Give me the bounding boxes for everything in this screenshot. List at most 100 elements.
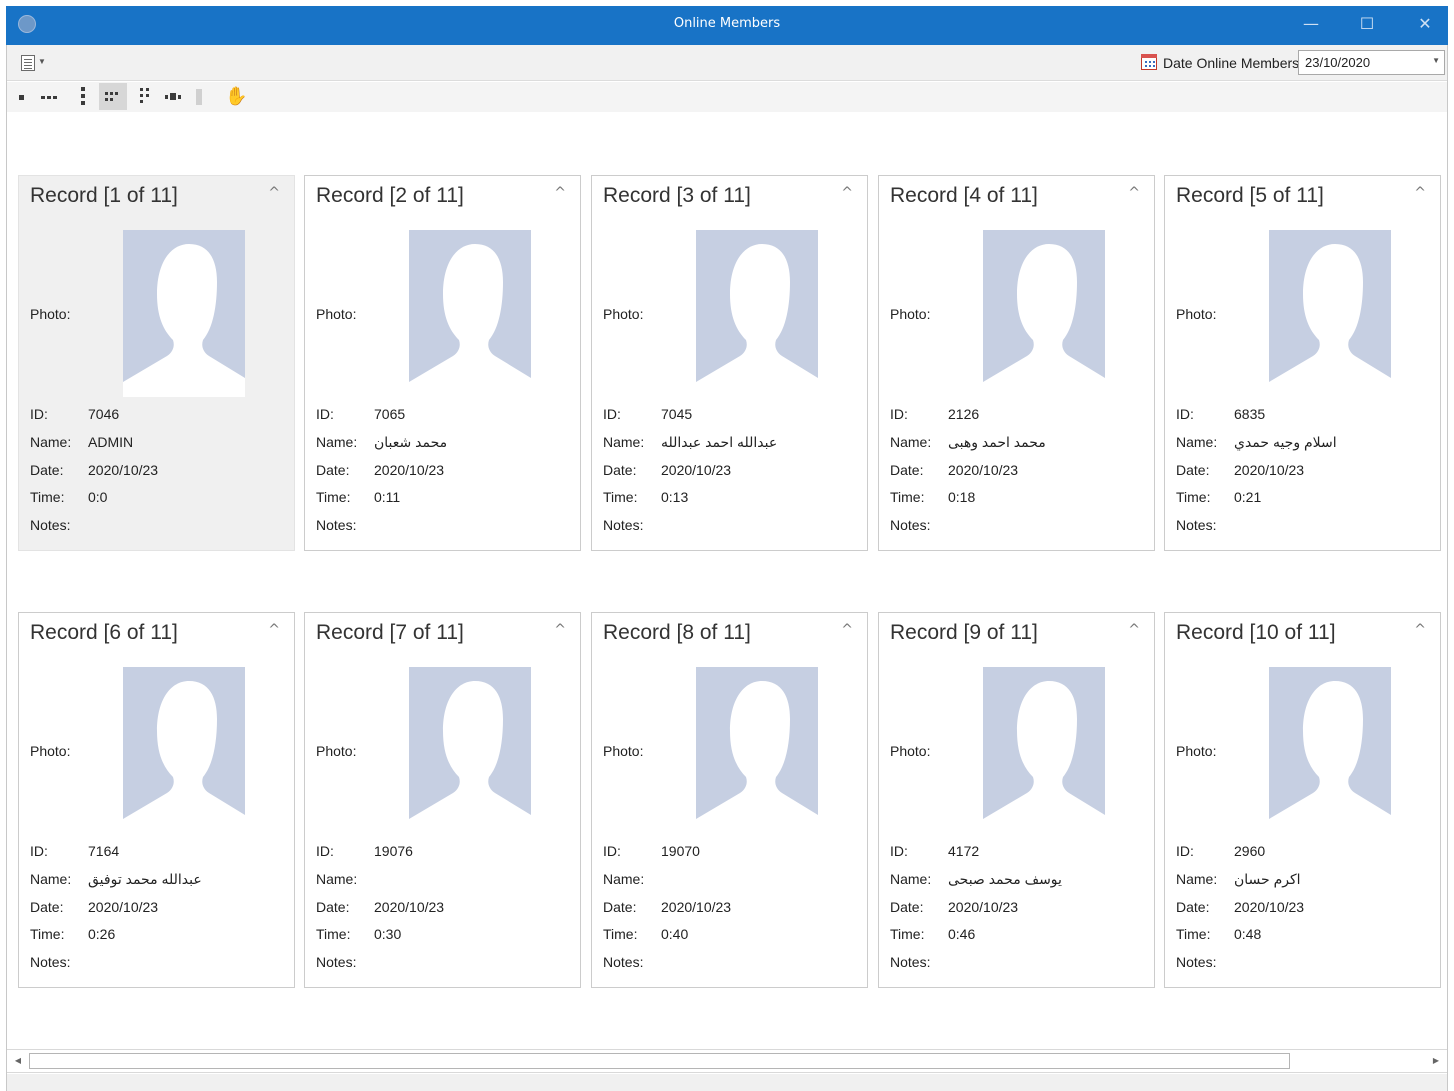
date-label: Date: — [1176, 899, 1210, 915]
id-value: 7045 — [661, 406, 693, 422]
scroll-left-icon[interactable]: ◀ — [11, 1054, 25, 1068]
time-label: Time: — [316, 926, 351, 942]
minimize-button[interactable]: — — [1288, 6, 1334, 45]
name-value: يوسف محمد صبحى — [948, 871, 1062, 887]
multi-row-icon[interactable] — [99, 83, 127, 110]
collapse-chevron-icon[interactable]: ^ — [841, 185, 853, 201]
notes-label: Notes: — [30, 517, 71, 533]
member-photo[interactable] — [1269, 230, 1391, 397]
person-silhouette-icon — [409, 244, 531, 397]
record-card[interactable]: Record [10 of 11] ^ Photo: ID: 2960 Name: اكرم… — [1164, 612, 1441, 988]
title-bar[interactable]: Online Members — ☐ ✕ — [6, 6, 1448, 45]
scroll-thumb[interactable] — [29, 1053, 1290, 1069]
layout-menu-icon[interactable] — [21, 55, 35, 71]
person-silhouette-icon — [696, 244, 818, 397]
time-value: 0:30 — [374, 926, 402, 942]
multi-column-icon[interactable] — [131, 83, 159, 110]
toolbar-separator — [196, 89, 202, 105]
record-title: Record [5 of 11] — [1176, 184, 1324, 207]
notes-label: Notes: — [1176, 954, 1217, 970]
date-value[interactable]: 23/10/2020 — [1305, 55, 1370, 70]
record-card[interactable]: Record [1 of 11] ^ Photo: ID: 7046 Name: ADMIN… — [18, 175, 295, 551]
collapse-chevron-icon[interactable]: ^ — [554, 622, 566, 638]
time-value: 0:13 — [661, 489, 689, 505]
scroll-right-icon[interactable]: ▶ — [1429, 1054, 1443, 1068]
id-label: ID: — [316, 843, 334, 859]
photo-label: Photo: — [30, 306, 71, 322]
column-of-cards-icon[interactable] — [69, 83, 97, 110]
date-online-members-input[interactable]: 23/10/2020 ▼ — [1298, 50, 1445, 75]
chevron-down-icon[interactable]: ▼ — [38, 57, 46, 66]
collapse-chevron-icon[interactable]: ^ — [268, 185, 280, 201]
person-silhouette-icon — [409, 681, 531, 834]
row-of-cards-icon[interactable] — [37, 83, 65, 110]
id-value: 2126 — [948, 406, 980, 422]
record-card[interactable]: Record [9 of 11] ^ Photo: ID: 4172 Name: يوسف … — [878, 612, 1155, 988]
notes-label: Notes: — [316, 954, 357, 970]
maximize-button[interactable]: ☐ — [1344, 6, 1390, 45]
member-photo[interactable] — [123, 667, 245, 834]
name-label: Name: — [603, 871, 645, 887]
close-button[interactable]: ✕ — [1402, 6, 1448, 45]
record-card[interactable]: Record [3 of 11] ^ Photo: ID: 7045 Name: عبدال… — [591, 175, 868, 551]
name-label: Name: — [603, 434, 645, 450]
record-card[interactable]: Record [7 of 11] ^ Photo: ID: 19076 Name: Date… — [304, 612, 581, 988]
member-photo[interactable] — [123, 230, 245, 397]
id-label: ID: — [316, 406, 334, 422]
id-label: ID: — [1176, 406, 1194, 422]
time-label: Time: — [890, 489, 925, 505]
member-photo[interactable] — [696, 230, 818, 397]
auto-layout-icon[interactable] — [161, 83, 189, 110]
collapse-chevron-icon[interactable]: ^ — [1128, 185, 1140, 201]
collapse-chevron-icon[interactable]: ^ — [268, 622, 280, 638]
date-value: 2020/10/23 — [661, 462, 732, 478]
record-title: Record [8 of 11] — [603, 621, 751, 644]
date-label: Date: — [316, 899, 350, 915]
person-silhouette-icon — [123, 681, 245, 834]
time-label: Time: — [30, 489, 65, 505]
time-label: Time: — [1176, 926, 1211, 942]
time-value: 0:11 — [374, 489, 401, 505]
time-value: 0:48 — [1234, 926, 1262, 942]
record-card[interactable]: Record [5 of 11] ^ Photo: ID: 6835 Name: اسلام… — [1164, 175, 1441, 551]
id-value: 19076 — [374, 843, 413, 859]
id-value: 2960 — [1234, 843, 1266, 859]
dropdown-arrow-icon[interactable]: ▼ — [1432, 56, 1440, 65]
date-label: Date: — [30, 462, 64, 478]
person-silhouette-icon — [123, 244, 245, 397]
photo-label: Photo: — [316, 743, 357, 759]
member-photo[interactable] — [983, 230, 1105, 397]
record-title: Record [2 of 11] — [316, 184, 464, 207]
record-card[interactable]: Record [6 of 11] ^ Photo: ID: 7164 Name: عبدال… — [18, 612, 295, 988]
name-value: عبدالله محمد توفيق — [88, 871, 202, 887]
member-photo[interactable] — [1269, 667, 1391, 834]
record-card[interactable]: Record [8 of 11] ^ Photo: ID: 19070 Name: Date… — [591, 612, 868, 988]
collapse-chevron-icon[interactable]: ^ — [1414, 185, 1426, 201]
collapse-chevron-icon[interactable]: ^ — [554, 185, 566, 201]
single-card-icon[interactable] — [11, 83, 39, 110]
id-label: ID: — [890, 406, 908, 422]
record-card[interactable]: Record [2 of 11] ^ Photo: ID: 7065 Name: محمد … — [304, 175, 581, 551]
name-label: Name: — [890, 871, 932, 887]
date-label: Date: — [30, 899, 64, 915]
layout-toolbar: ✋ — [7, 82, 1447, 112]
collapse-chevron-icon[interactable]: ^ — [841, 622, 853, 638]
record-title: Record [7 of 11] — [316, 621, 464, 644]
name-label: Name: — [1176, 871, 1218, 887]
collapse-chevron-icon[interactable]: ^ — [1128, 622, 1140, 638]
date-label: Date: — [316, 462, 350, 478]
date-label: Date: — [603, 462, 637, 478]
member-photo[interactable] — [983, 667, 1105, 834]
date-value: 2020/10/23 — [374, 899, 445, 915]
member-photo[interactable] — [696, 667, 818, 834]
name-label: Name: — [316, 871, 358, 887]
photo-label: Photo: — [1176, 743, 1217, 759]
collapse-chevron-icon[interactable]: ^ — [1414, 622, 1426, 638]
record-card[interactable]: Record [4 of 11] ^ Photo: ID: 2126 Name: محمد … — [878, 175, 1155, 551]
member-photo[interactable] — [409, 667, 531, 834]
pan-hand-icon[interactable]: ✋ — [225, 86, 247, 106]
horizontal-scrollbar[interactable]: ◀ ▶ — [7, 1049, 1447, 1073]
date-label: Date: — [890, 462, 924, 478]
photo-label: Photo: — [30, 743, 71, 759]
member-photo[interactable] — [409, 230, 531, 397]
